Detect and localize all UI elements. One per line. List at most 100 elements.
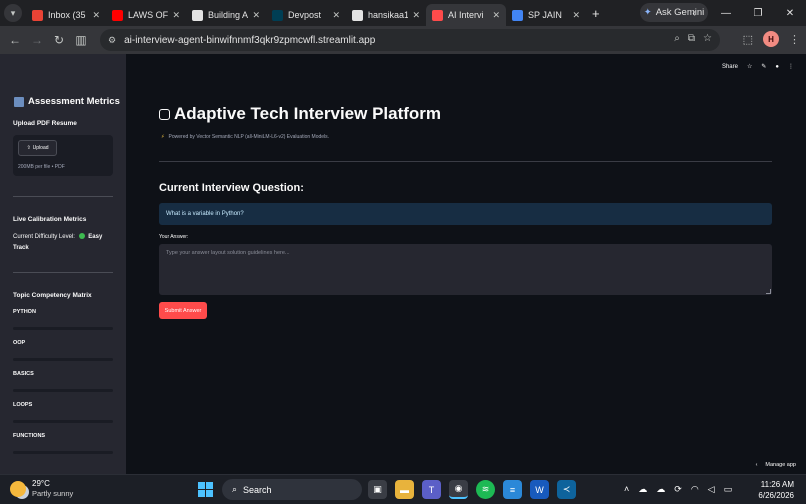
browser-toolbar: ← → ↻ ▥ ⚙ ai-interview-agent-binwifnnmf3… bbox=[0, 26, 806, 54]
close-tab-icon[interactable]: ✕ bbox=[412, 10, 420, 21]
main-content: Share ☆ ✎ ● ⋮ Adaptive Tech Interview Pl… bbox=[126, 54, 806, 474]
screenshot-icon[interactable]: ⧉ bbox=[688, 33, 695, 44]
answer-textarea[interactable] bbox=[159, 244, 772, 295]
teams-icon[interactable]: T bbox=[422, 480, 441, 499]
chevron-left-icon[interactable]: ‹ bbox=[678, 8, 710, 19]
taskbar-search[interactable]: ⌕ Search bbox=[222, 479, 362, 500]
chevron-up-icon[interactable]: ˄ bbox=[624, 484, 629, 495]
question-heading: Current Interview Question: bbox=[159, 182, 304, 194]
tab-title: LAWS OF bbox=[128, 10, 169, 20]
menu-kebab-icon[interactable]: ⋮ bbox=[789, 33, 800, 46]
submit-answer-button[interactable]: Submit Answer bbox=[159, 302, 207, 319]
browser-tab[interactable]: hansikaa1 ✕ bbox=[346, 4, 426, 26]
topic-progress-bar bbox=[13, 358, 113, 361]
menu-kebab-icon[interactable]: ⋮ bbox=[788, 63, 794, 70]
close-tab-icon[interactable]: ✕ bbox=[92, 10, 100, 21]
topic-name: LOOPS bbox=[13, 402, 33, 408]
sync-icon[interactable]: ⟳ bbox=[674, 484, 682, 495]
topic-progress-bar bbox=[13, 389, 113, 392]
zoom-icon[interactable]: ⌕ bbox=[674, 33, 680, 44]
volume-icon[interactable]: ◁ bbox=[708, 484, 715, 495]
openai-icon bbox=[192, 9, 203, 21]
close-tab-icon[interactable]: ✕ bbox=[332, 10, 340, 21]
close-window-button[interactable]: ✕ bbox=[774, 8, 806, 19]
star-icon[interactable]: ☆ bbox=[747, 63, 752, 70]
topic-progress-bar bbox=[13, 451, 113, 454]
date: 6/26/2026 bbox=[758, 491, 794, 500]
robot-icon bbox=[159, 108, 170, 120]
address-bar[interactable]: ⚙ ai-interview-agent-binwifnnmf3qkr9zpmc… bbox=[100, 29, 720, 51]
browser-tab[interactable]: LAWS OF ✕ bbox=[106, 4, 186, 26]
calibration-label: Live Calibration Metrics bbox=[13, 216, 87, 223]
new-tab-button[interactable]: + bbox=[592, 6, 600, 21]
reload-button[interactable]: ↻ bbox=[48, 33, 70, 47]
upload-button[interactable]: ⇧ Upload bbox=[18, 140, 57, 156]
search-icon: ⌕ bbox=[232, 484, 238, 494]
pinned-apps: ▣ ▬ T ◉ ≋ ≡ W ≺ bbox=[368, 480, 576, 499]
devpost-icon bbox=[272, 9, 283, 21]
share-button[interactable]: Share bbox=[722, 64, 738, 70]
cloud-icon[interactable]: ☁ bbox=[638, 484, 647, 495]
streamlit-icon bbox=[432, 9, 443, 21]
page-title: Adaptive Tech Interview Platform bbox=[159, 104, 441, 124]
file-uploader[interactable]: ⇧ Upload 200MB per file • PDF bbox=[13, 135, 113, 176]
chevron-left-icon: ‹ bbox=[755, 462, 758, 468]
difficulty-level: Current Difficulty Level: Easy Track bbox=[13, 232, 113, 254]
browser-tab[interactable]: Inbox (35 ✕ bbox=[26, 4, 106, 26]
url-text[interactable]: ai-interview-agent-binwifnnmf3qkr9zpmcwf… bbox=[124, 35, 375, 46]
youtube-icon bbox=[112, 9, 123, 21]
system-tray: ˄ ☁ ☁ ⟳ ◠ ◁ ▭ bbox=[624, 484, 732, 495]
clock[interactable]: 11:26 AM 6/26/2026 bbox=[758, 479, 794, 501]
github-icon[interactable]: ● bbox=[775, 64, 779, 70]
document-icon bbox=[512, 9, 523, 21]
section-divider bbox=[159, 161, 772, 162]
powered-by-text: Powered by Vector Semantic NLP (all-Mini… bbox=[168, 134, 330, 140]
profile-avatar[interactable]: H bbox=[763, 31, 779, 47]
close-tab-icon[interactable]: ✕ bbox=[252, 10, 260, 21]
maximize-button[interactable]: ❐ bbox=[742, 8, 774, 19]
tab-title: Building A bbox=[208, 10, 249, 20]
upload-label: Upload PDF Resume bbox=[13, 120, 77, 127]
forward-button[interactable]: → bbox=[26, 33, 48, 47]
file-explorer-icon[interactable]: ▬ bbox=[395, 480, 414, 499]
upload-button-label: Upload bbox=[32, 145, 49, 151]
close-tab-icon[interactable]: ✕ bbox=[492, 10, 500, 21]
minimize-button[interactable]: — bbox=[710, 8, 742, 19]
edit-icon[interactable]: ✎ bbox=[761, 63, 766, 70]
back-button[interactable]: ← bbox=[4, 33, 26, 47]
temperature: 29°C bbox=[32, 479, 50, 488]
split-view-icon[interactable]: ▥ bbox=[70, 33, 92, 47]
spotify-icon[interactable]: ≋ bbox=[476, 480, 495, 499]
windows-taskbar: 29°C Partly sunny ⌕ Search ▣ ▬ T ◉ ≋ ≡ W… bbox=[0, 474, 806, 504]
chrome-icon[interactable]: ◉ bbox=[449, 480, 468, 499]
sidebar-title: Assessment Metrics bbox=[14, 96, 120, 107]
tab-title: AI Intervi bbox=[448, 10, 484, 20]
notepad-icon[interactable]: ≡ bbox=[503, 480, 522, 499]
battery-icon[interactable]: ▭ bbox=[724, 484, 733, 495]
task-view-icon[interactable]: ▣ bbox=[368, 480, 387, 499]
topic-name: FUNCTIONS bbox=[13, 433, 46, 439]
vscode-icon[interactable]: ≺ bbox=[557, 480, 576, 499]
word-icon[interactable]: W bbox=[530, 480, 549, 499]
extensions-icon[interactable]: ⬚ bbox=[743, 33, 753, 46]
browser-tab[interactable]: Building A ✕ bbox=[186, 4, 266, 26]
browser-tab[interactable]: Devpost ✕ bbox=[266, 4, 346, 26]
resize-handle[interactable] bbox=[766, 289, 771, 294]
topic-name: PYTHON bbox=[13, 309, 36, 315]
tab-search-button[interactable]: ▾ bbox=[4, 4, 22, 22]
start-button[interactable] bbox=[198, 482, 213, 497]
close-tab-icon[interactable]: ✕ bbox=[572, 10, 580, 21]
wifi-icon[interactable]: ◠ bbox=[691, 484, 699, 495]
lightning-icon: ⚡ bbox=[161, 134, 165, 140]
close-tab-icon[interactable]: ✕ bbox=[172, 10, 180, 21]
competency-matrix-label: Topic Competency Matrix bbox=[13, 292, 92, 299]
manage-app-label: Manage app bbox=[765, 462, 796, 468]
browser-tab[interactable]: AI Intervi ✕ bbox=[426, 4, 506, 26]
browser-tab[interactable]: SP JAIN ✕ bbox=[506, 4, 586, 26]
weather-widget[interactable]: 29°C Partly sunny bbox=[10, 479, 73, 499]
powered-by-caption: ⚡ Powered by Vector Semantic NLP (all-Mi… bbox=[161, 134, 329, 140]
site-info-icon[interactable]: ⚙ bbox=[108, 35, 116, 46]
onedrive-icon[interactable]: ☁ bbox=[656, 484, 665, 495]
manage-app-button[interactable]: ‹ Manage app bbox=[756, 462, 796, 468]
bookmark-star-icon[interactable]: ☆ bbox=[703, 33, 712, 44]
